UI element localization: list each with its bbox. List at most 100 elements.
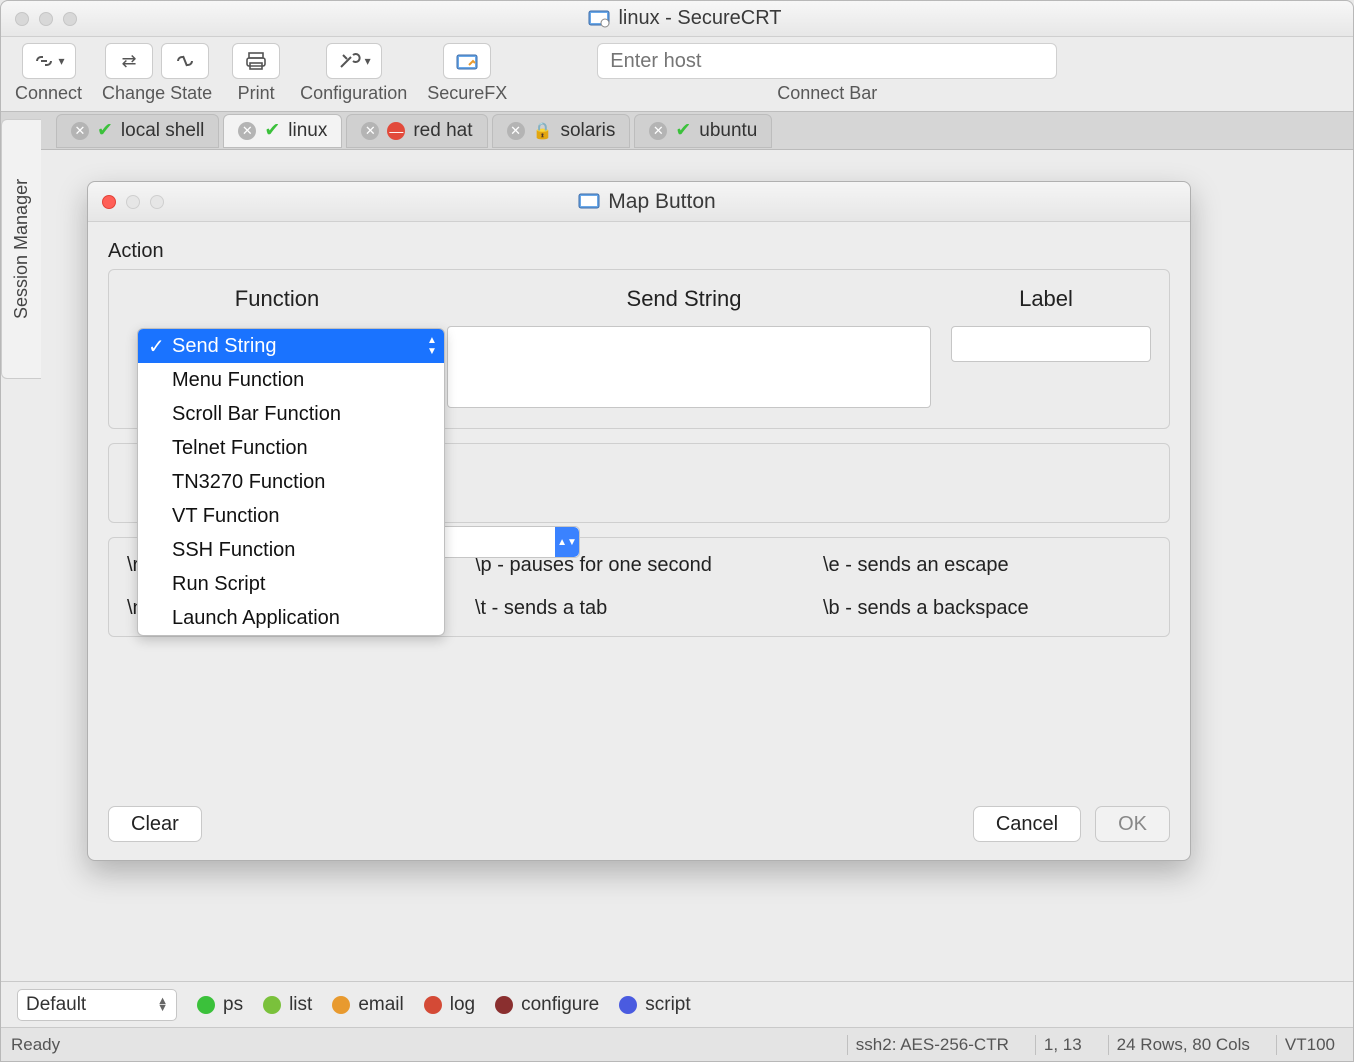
hint-text: \e - sends an escape bbox=[823, 554, 1151, 577]
tab-red-hat[interactable]: ✕ — red hat bbox=[346, 114, 487, 148]
check-icon: ✔ bbox=[97, 119, 113, 142]
map-button-dialog: Map Button Action Function Send String L… bbox=[87, 181, 1191, 861]
clear-button[interactable]: Clear bbox=[108, 806, 202, 842]
tab-label: red hat bbox=[413, 120, 472, 142]
securefx-label: SecureFX bbox=[427, 83, 507, 104]
dot-icon bbox=[495, 996, 513, 1014]
label-header: Label bbox=[941, 286, 1151, 312]
traffic-zoom-icon[interactable] bbox=[63, 12, 77, 26]
dropdown-item[interactable]: Run Script bbox=[138, 567, 444, 601]
ok-button[interactable]: OK bbox=[1095, 806, 1170, 842]
tab-label: linux bbox=[288, 120, 327, 142]
configuration-button[interactable]: ▾ bbox=[326, 43, 382, 79]
window-title: linux - SecureCRT bbox=[77, 7, 1293, 30]
reconnect-button[interactable]: ⇄ bbox=[105, 43, 153, 79]
session-manager-tab[interactable]: Session Manager bbox=[1, 119, 41, 379]
app-icon bbox=[588, 8, 610, 30]
host-input[interactable] bbox=[597, 43, 1057, 79]
configuration-label: Configuration bbox=[300, 83, 407, 104]
status-cursor: 1, 13 bbox=[1035, 1035, 1090, 1055]
tab-solaris[interactable]: ✕ 🔒 solaris bbox=[492, 114, 631, 148]
chevron-down-icon: ▾ bbox=[59, 54, 65, 68]
disconnect-icon bbox=[175, 52, 195, 70]
dropdown-item[interactable]: Menu Function bbox=[138, 363, 444, 397]
dot-icon bbox=[197, 996, 215, 1014]
dot-icon bbox=[263, 996, 281, 1014]
dropdown-item[interactable]: Telnet Function bbox=[138, 431, 444, 465]
dialog-titlebar: Map Button bbox=[88, 182, 1190, 222]
main-traffic-lights bbox=[1, 12, 77, 26]
traffic-min-icon[interactable] bbox=[39, 12, 53, 26]
status-bar: Ready ssh2: AES-256-CTR 1, 13 24 Rows, 8… bbox=[1, 1027, 1353, 1061]
select-arrows-icon: ▲▼ bbox=[420, 329, 444, 363]
hint-text: \t - sends a tab bbox=[475, 597, 803, 620]
select-arrows-icon: ▲▼ bbox=[555, 527, 579, 557]
check-icon: ✔ bbox=[264, 119, 280, 142]
close-icon[interactable]: ✕ bbox=[507, 122, 525, 140]
dialog-min-icon bbox=[126, 195, 140, 209]
button-bar-item[interactable]: ps bbox=[197, 994, 243, 1016]
change-state-label: Change State bbox=[102, 83, 212, 104]
check-icon: ✔ bbox=[675, 119, 691, 142]
dropdown-item[interactable]: Scroll Bar Function bbox=[138, 397, 444, 431]
main-titlebar: linux - SecureCRT bbox=[1, 1, 1353, 37]
button-bar-item[interactable]: configure bbox=[495, 994, 599, 1016]
button-bar-item[interactable]: list bbox=[263, 994, 312, 1016]
status-term: VT100 bbox=[1276, 1035, 1343, 1055]
column-headers: Function Send String Label bbox=[127, 286, 1151, 312]
print-icon bbox=[245, 51, 267, 71]
dropdown-item[interactable]: TN3270 Function bbox=[138, 465, 444, 499]
button-bar-select[interactable]: Default ▲▼ bbox=[17, 989, 177, 1021]
status-cipher: ssh2: AES-256-CTR bbox=[847, 1035, 1017, 1055]
dropdown-item[interactable]: Send String▲▼ bbox=[138, 329, 444, 363]
label-input[interactable] bbox=[951, 326, 1151, 362]
toolbar: ▾ Connect ⇄ Change State Print ▾ Configu… bbox=[1, 37, 1353, 112]
dropdown-item[interactable]: Launch Application bbox=[138, 601, 444, 635]
close-icon[interactable]: ✕ bbox=[649, 122, 667, 140]
dialog-close-icon[interactable] bbox=[102, 195, 116, 209]
dot-icon bbox=[332, 996, 350, 1014]
securefx-button[interactable] bbox=[443, 43, 491, 79]
cancel-button[interactable]: Cancel bbox=[973, 806, 1081, 842]
select-arrows-icon: ▲▼ bbox=[157, 998, 168, 1012]
function-header: Function bbox=[127, 286, 427, 312]
dot-icon bbox=[424, 996, 442, 1014]
link-icon bbox=[33, 52, 55, 70]
dialog-title: Map Button bbox=[164, 190, 1130, 214]
action-label: Action bbox=[108, 240, 1170, 263]
send-string-input[interactable] bbox=[447, 326, 931, 408]
close-icon[interactable]: ✕ bbox=[361, 122, 379, 140]
close-icon[interactable]: ✕ bbox=[71, 122, 89, 140]
dot-icon bbox=[619, 996, 637, 1014]
disconnect-button[interactable] bbox=[161, 43, 209, 79]
dropdown-item[interactable]: SSH Function bbox=[138, 533, 444, 567]
button-bar-item[interactable]: email bbox=[332, 994, 403, 1016]
print-button[interactable] bbox=[232, 43, 280, 79]
main-window: linux - SecureCRT ▾ Connect ⇄ Change Sta… bbox=[0, 0, 1354, 1062]
tab-local-shell[interactable]: ✕ ✔ local shell bbox=[56, 114, 219, 148]
tab-label: ubuntu bbox=[699, 120, 757, 142]
status-ready: Ready bbox=[11, 1035, 60, 1055]
close-icon[interactable]: ✕ bbox=[238, 122, 256, 140]
tab-label: solaris bbox=[560, 120, 615, 142]
session-tabs: ✕ ✔ local shell ✕ ✔ linux ✕ — red hat ✕ … bbox=[1, 112, 1353, 150]
button-bar: Default ▲▼ ps list email log configure s… bbox=[1, 981, 1353, 1027]
securefx-icon bbox=[455, 51, 479, 71]
dialog-body: Action Function Send String Label Send S… bbox=[88, 222, 1190, 669]
traffic-close-icon[interactable] bbox=[15, 12, 29, 26]
hint-text: \b - sends a backspace bbox=[823, 597, 1151, 620]
tools-icon bbox=[337, 51, 361, 71]
dialog-footer: Clear Cancel OK bbox=[88, 792, 1190, 860]
tab-linux[interactable]: ✕ ✔ linux bbox=[223, 114, 342, 148]
action-panel: Function Send String Label Send String▲▼… bbox=[108, 269, 1170, 429]
status-size: 24 Rows, 80 Cols bbox=[1108, 1035, 1258, 1055]
dialog-zoom-icon bbox=[150, 195, 164, 209]
lock-icon: 🔒 bbox=[533, 121, 553, 141]
minus-icon: — bbox=[387, 122, 405, 140]
dropdown-item[interactable]: VT Function bbox=[138, 499, 444, 533]
connect-button[interactable]: ▾ bbox=[22, 43, 76, 79]
tab-ubuntu[interactable]: ✕ ✔ ubuntu bbox=[634, 114, 772, 148]
function-dropdown[interactable]: Send String▲▼ Menu Function Scroll Bar F… bbox=[137, 328, 445, 636]
button-bar-item[interactable]: log bbox=[424, 994, 475, 1016]
button-bar-item[interactable]: script bbox=[619, 994, 690, 1016]
